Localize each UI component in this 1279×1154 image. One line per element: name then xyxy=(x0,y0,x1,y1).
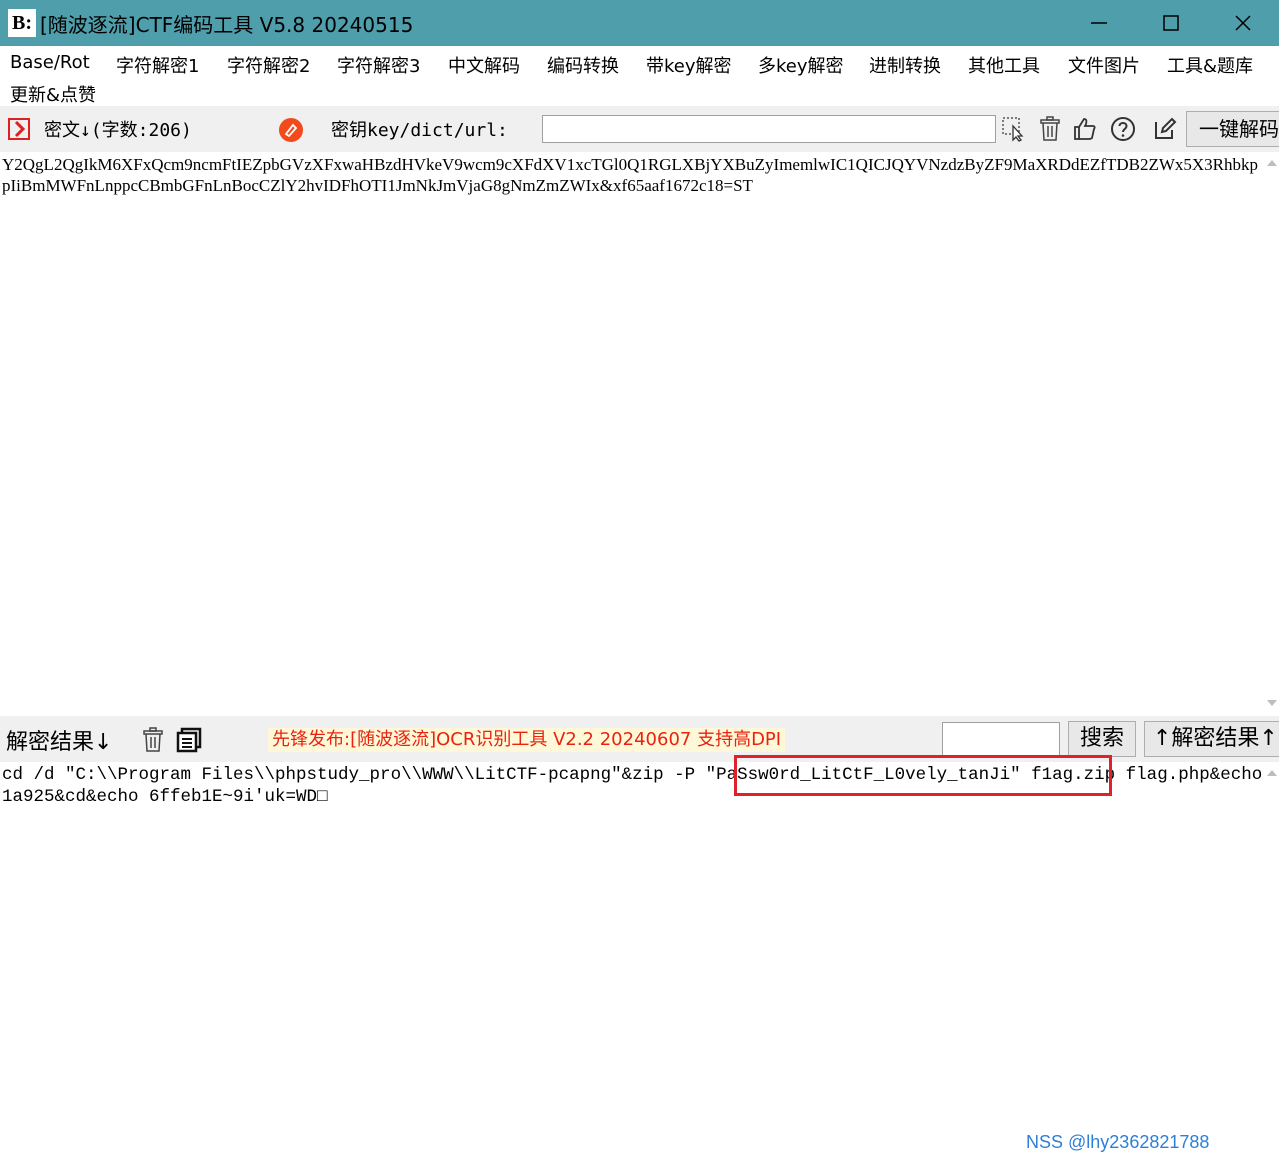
menu-char-decrypt-3[interactable]: 字符解密3 xyxy=(337,52,420,78)
menu-file-image[interactable]: 文件图片 xyxy=(1068,52,1140,78)
cipher-label: 密文↓(字数:206) xyxy=(44,120,192,141)
window-controls xyxy=(1063,0,1279,46)
menu-char-decrypt-2[interactable]: 字符解密2 xyxy=(227,52,310,78)
app-logo: B: xyxy=(8,9,36,37)
menu-base-convert[interactable]: 进制转换 xyxy=(869,52,941,78)
announcement-banner[interactable]: 先锋发布:[随波逐流]OCR识别工具 V2.2 20240607 支持高DPI xyxy=(268,728,786,752)
one-key-decode-button[interactable]: 一键解码 xyxy=(1186,111,1279,147)
help-icon[interactable] xyxy=(1110,116,1136,142)
cipher-toolbar: 密文↓(字数:206) 密钥key/dict/url: 一键解码 xyxy=(0,106,1279,152)
thumbs-up-icon[interactable] xyxy=(1072,116,1098,142)
move-result-up-button[interactable]: ↑解密结果↑ xyxy=(1144,721,1279,757)
eraser-icon[interactable] xyxy=(278,117,304,143)
maximize-button[interactable] xyxy=(1135,0,1207,46)
title-bar: B: [随波逐流]CTF编码工具 V5.8 20240515 xyxy=(0,0,1279,46)
trash-icon[interactable] xyxy=(141,727,165,753)
scroll-down-arrow[interactable] xyxy=(1267,700,1277,706)
menu-base-rot[interactable]: Base/Rot xyxy=(10,52,90,73)
menu-encoding-convert[interactable]: 编码转换 xyxy=(547,52,619,78)
search-input[interactable] xyxy=(942,722,1060,756)
watermark: NSS @lhy2362821788 xyxy=(1026,1132,1210,1152)
scroll-up-arrow[interactable] xyxy=(1267,160,1277,166)
minimize-button[interactable] xyxy=(1063,0,1135,46)
minimize-icon xyxy=(1091,22,1107,24)
cipher-textarea[interactable]: Y2QgL2QgIkM6XFxQcm9ncmFtIEZpbGVzXFxwaHBz… xyxy=(0,152,1264,716)
search-button[interactable]: 搜索 xyxy=(1068,721,1136,757)
key-input[interactable] xyxy=(542,115,996,143)
key-label: 密钥key/dict/url: xyxy=(331,120,508,141)
menu-other-tools[interactable]: 其他工具 xyxy=(968,52,1040,78)
import-icon[interactable] xyxy=(8,118,32,140)
menu-char-decrypt-1[interactable]: 字符解密1 xyxy=(116,52,199,78)
copy-icon[interactable] xyxy=(176,727,202,753)
result-scrollbar[interactable] xyxy=(1264,762,1279,1154)
scroll-up-arrow[interactable] xyxy=(1267,770,1277,776)
maximize-icon xyxy=(1163,15,1179,31)
menu-chinese-decode[interactable]: 中文解码 xyxy=(448,52,520,78)
pointer-select-icon[interactable] xyxy=(1001,116,1027,142)
edit-icon[interactable] xyxy=(1152,116,1178,142)
result-textarea[interactable]: cd /d "C:\\Program Files\\phpstudy_pro\\… xyxy=(0,762,1264,1154)
menu-bar: Base/Rot 字符解密1 字符解密2 字符解密3 中文解码 编码转换 带ke… xyxy=(0,46,1279,106)
window-title: [随波逐流]CTF编码工具 V5.8 20240515 xyxy=(40,12,414,37)
close-icon xyxy=(1235,15,1251,31)
result-label: 解密结果↓ xyxy=(6,730,113,755)
menu-update-like[interactable]: 更新&点赞 xyxy=(10,81,96,107)
close-button[interactable] xyxy=(1207,0,1279,46)
password-highlight-box xyxy=(734,755,1112,796)
menu-multikey-decrypt[interactable]: 多key解密 xyxy=(758,52,844,78)
cipher-scrollbar[interactable] xyxy=(1264,152,1279,716)
menu-tools-questions[interactable]: 工具&题库 xyxy=(1167,52,1253,78)
menu-key-decrypt[interactable]: 带key解密 xyxy=(646,52,732,78)
trash-icon[interactable] xyxy=(1038,116,1062,142)
